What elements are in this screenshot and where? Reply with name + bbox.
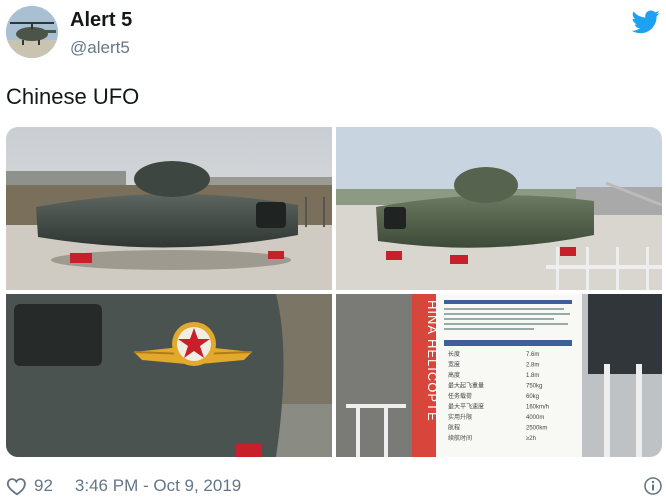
photo-ufo-front-view[interactable] (336, 127, 662, 290)
placard-row-label: 最大平飞速度 (448, 403, 484, 411)
placard-row-value: ≥2h (526, 436, 536, 442)
display-name[interactable]: Alert 5 (70, 9, 132, 32)
placard-vertical-text: HINA HELICOPTE (425, 300, 440, 422)
twitter-bird-icon[interactable] (631, 10, 660, 34)
heart-outline-icon[interactable] (6, 475, 28, 497)
like-count[interactable]: 92 (34, 476, 53, 496)
media-grid[interactable]: HINA HELICOPTE 长度 7.6m 宽度 2.8m 高度 1.8m 最大起飞重量 7… (6, 127, 662, 457)
user-handle[interactable]: @alert5 (70, 38, 130, 58)
avatar[interactable] (6, 6, 58, 58)
placard-row-label: 最大起飞重量 (448, 382, 484, 390)
placard-row-value: 1.8m (526, 373, 539, 379)
placard-row-label: 实用升限 (448, 413, 472, 421)
placard-row-label: 长度 (448, 350, 460, 358)
placard-row-value: 750kg (526, 384, 542, 390)
placard-row-label: 宽度 (448, 361, 460, 369)
placard-row-value: 2500km (526, 426, 547, 432)
placard-row-value: 160km/h (526, 405, 549, 411)
tweet-text: Chinese UFO (6, 84, 140, 109)
tweet-timestamp[interactable]: 3:46 PM - Oct 9, 2019 (75, 476, 241, 496)
photo-ufo-side-view[interactable] (6, 127, 332, 290)
placard-row-value: 4000m (526, 415, 544, 421)
placard-row-label: 任务载荷 (448, 392, 472, 400)
tweet-footer: 92 3:46 PM - Oct 9, 2019 (6, 474, 241, 498)
photo-info-placard[interactable]: HINA HELICOPTE 长度 7.6m 宽度 2.8m 高度 1.8m 最大起飞重量 7… (336, 294, 662, 457)
placard-row-label: 续航时间 (448, 434, 472, 442)
placard-row-label: 航程 (448, 424, 460, 432)
photo-insignia-closeup[interactable] (6, 294, 332, 457)
placard-row-label: 高度 (448, 371, 460, 379)
placard-row-value: 7.6m (526, 352, 539, 358)
placard-row-value: 60kg (526, 394, 539, 400)
placard-row-value: 2.8m (526, 363, 539, 369)
info-circle-icon[interactable] (644, 477, 662, 495)
